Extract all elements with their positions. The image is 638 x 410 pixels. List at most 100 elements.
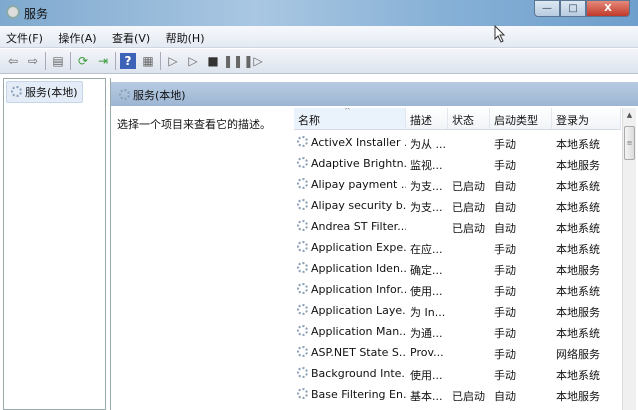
service-log-on-as: 本地服务 (556, 306, 600, 319)
menu-action[interactable]: 操作(A) (52, 26, 102, 46)
maximize-button[interactable]: □ (560, 0, 586, 17)
service-gear-icon (297, 220, 308, 231)
services-icon (11, 86, 22, 97)
column-startup-type[interactable]: 启动类型 (490, 108, 552, 129)
toolbar-separator (115, 52, 116, 70)
menu-file[interactable]: 文件(F) (0, 26, 49, 46)
service-startup-type: 手动 (494, 138, 516, 151)
service-log-on-as: 网络服务 (556, 348, 600, 361)
service-gear-icon (297, 304, 308, 315)
service-gear-icon (297, 199, 308, 210)
toolbar-separator (70, 52, 71, 70)
service-description: 使用... (410, 285, 443, 298)
service-log-on-as: 本地系统 (556, 285, 600, 298)
tree-item-services-local[interactable]: 服务(本地) (6, 81, 83, 103)
table-row[interactable]: Alipay payment ... 为支... 已启动 自动 本地系统 (294, 174, 621, 195)
service-description: Prov... (410, 346, 444, 359)
service-status (448, 258, 490, 279)
scroll-thumb[interactable]: ≡ (624, 126, 635, 160)
service-name-text: Alipay security b... (311, 199, 406, 212)
table-row[interactable]: Application Iden... 确定... 手动 本地服务 (294, 258, 621, 279)
service-description: 为 In... (410, 306, 446, 319)
close-button[interactable]: X (586, 0, 630, 17)
service-startup-type: 手动 (494, 348, 516, 361)
table-row[interactable]: Adaptive Brightn... 监视... 手动 本地服务 (294, 153, 621, 174)
service-description: 在应... (410, 243, 443, 256)
service-status (448, 153, 490, 174)
service-gear-icon (297, 136, 308, 147)
service-status (448, 132, 490, 153)
export-list-icon[interactable]: ⇥ (95, 53, 111, 69)
title-bar: 服务 — □ X (0, 0, 638, 26)
service-name-text: Andrea ST Filter... (311, 220, 406, 233)
service-gear-icon (297, 283, 308, 294)
column-name[interactable]: 名称 (294, 108, 406, 129)
service-name: Andrea ST Filter... (294, 216, 406, 237)
service-name: Background Inte... (294, 363, 406, 384)
list-header: 名称 描述 状态 启动类型 登录为 (294, 108, 621, 130)
service-status: 已启动 (452, 201, 485, 214)
service-description: 为从 ... (410, 138, 446, 151)
service-log-on-as: 本地系统 (556, 369, 600, 382)
forward-icon[interactable]: ⇨ (25, 53, 41, 69)
column-status[interactable]: 状态 (448, 108, 490, 129)
table-row[interactable]: Base Filtering En... 基本... 已启动 自动 本地服务 (294, 384, 621, 405)
window-title: 服务 (24, 7, 49, 21)
details-pane: 服务(本地) 选择一个项目来查看它的描述。 名称 描述 状态 启动类型 登录为 … (110, 78, 638, 410)
service-name-text: ASP.NET State S... (311, 346, 406, 359)
table-row[interactable]: Alipay security b... 为支... 已启动 自动 本地系统 (294, 195, 621, 216)
service-startup-type: 自动 (494, 222, 516, 235)
column-log-on-as[interactable]: 登录为 (552, 108, 621, 129)
pause-icon[interactable]: ❚❚ (223, 53, 243, 69)
menu-bar: 文件(F) 操作(A) 查看(V) 帮助(H) (0, 26, 638, 48)
table-row[interactable]: ActiveX Installer ... 为从 ... 手动 本地系统 (294, 132, 621, 153)
service-status (448, 342, 490, 363)
service-status: 已启动 (452, 222, 485, 235)
stop-icon[interactable]: ■ (205, 53, 221, 69)
service-log-on-as: 本地系统 (556, 327, 600, 340)
table-row[interactable]: Andrea ST Filter... 已启动 自动 本地系统 (294, 216, 621, 237)
service-gear-icon (297, 157, 308, 168)
service-status (448, 237, 490, 258)
table-row[interactable]: Background Inte... 使用... 手动 本地系统 (294, 363, 621, 384)
resume-icon[interactable]: ❚▷ (243, 53, 262, 69)
scroll-up-arrow-icon[interactable]: ▲ (623, 108, 636, 122)
start-alt-icon[interactable]: ▷ (185, 53, 201, 69)
service-name: Application Laye... (294, 300, 406, 321)
start-icon[interactable]: ▷ (165, 53, 181, 69)
service-status (448, 321, 490, 342)
service-description: 确定... (410, 264, 443, 277)
service-description: 监视... (410, 159, 443, 172)
service-name-text: Background Inte... (311, 367, 406, 380)
table-row[interactable]: Application Expe... 在应... 手动 本地系统 (294, 237, 621, 258)
minimize-button[interactable]: — (534, 0, 560, 17)
service-startup-type: 手动 (494, 264, 516, 277)
service-startup-type: 手动 (494, 243, 516, 256)
service-name: ActiveX Installer ... (294, 132, 406, 153)
service-log-on-as: 本地系统 (556, 222, 600, 235)
service-description: 为支... (410, 201, 443, 214)
properties-icon[interactable]: ▦ (140, 53, 156, 69)
help-icon[interactable]: ? (120, 53, 136, 69)
show-hide-console-tree-icon[interactable]: ▤ (50, 53, 66, 69)
table-row[interactable]: Application Laye... 为 In... 手动 本地服务 (294, 300, 621, 321)
service-name: Application Expe... (294, 237, 406, 258)
toolbar: ⇦ ⇨ ▤ ⟳ ⇥? ▦ ▷ ▷ ■ ❚❚ ❚▷ (0, 49, 638, 74)
table-row[interactable]: Application Infor... 使用... 手动 本地系统 (294, 279, 621, 300)
column-description[interactable]: 描述 (406, 108, 448, 129)
service-status: 已启动 (452, 390, 485, 403)
service-startup-type: 自动 (494, 201, 516, 214)
menu-view[interactable]: 查看(V) (106, 26, 156, 46)
table-row[interactable]: Application Man... 为通... 手动 本地系统 (294, 321, 621, 342)
service-status (448, 363, 490, 384)
vertical-scrollbar[interactable]: ▲ ≡ (622, 108, 636, 410)
service-gear-icon (297, 262, 308, 273)
table-row[interactable]: ASP.NET State S... Prov... 手动 网络服务 (294, 342, 621, 363)
back-icon[interactable]: ⇦ (5, 53, 21, 69)
service-description: 为通... (410, 327, 443, 340)
service-gear-icon (297, 178, 308, 189)
menu-help[interactable]: 帮助(H) (160, 26, 211, 46)
refresh-icon[interactable]: ⟳ (75, 53, 91, 69)
service-startup-type: 手动 (494, 159, 516, 172)
service-name-text: Alipay payment ... (311, 178, 406, 191)
